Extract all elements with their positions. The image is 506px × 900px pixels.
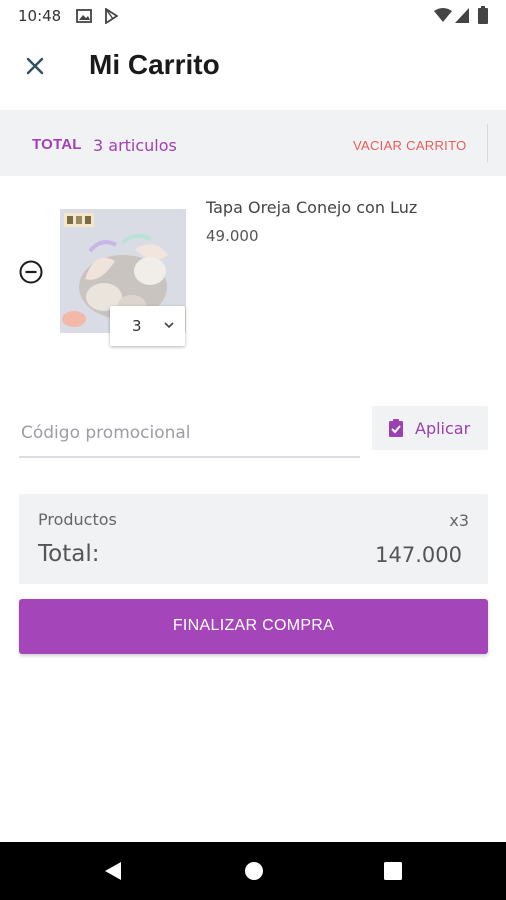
promo-code-input[interactable] [19, 404, 360, 458]
quantity-value: 3 [132, 317, 142, 335]
home-icon[interactable] [242, 859, 266, 883]
system-nav-bar [0, 842, 506, 900]
apply-label: Aplicar [415, 419, 471, 438]
total-value: 147.000 [375, 543, 462, 567]
back-icon[interactable] [101, 859, 125, 883]
app-header: Mi Carrito [0, 32, 506, 110]
minus-circle-icon[interactable] [18, 259, 44, 285]
signal-icon [455, 8, 469, 23]
product-price: 49.000 [206, 227, 259, 245]
order-totals: Productos x3 Total: 147.000 [19, 494, 488, 584]
cart-summary-bar: TOTAL 3 articulos VACIAR CARRITO [0, 110, 506, 176]
status-bar: 10:48 [0, 0, 506, 32]
page-title: Mi Carrito [89, 49, 220, 80]
total-label-large: Total: [38, 541, 100, 567]
apply-promo-button[interactable]: Aplicar [372, 406, 488, 450]
total-label: TOTAL [32, 136, 82, 153]
checkout-label: FINALIZAR COMPRA [172, 617, 335, 634]
divider [487, 124, 488, 162]
checkout-button[interactable]: FINALIZAR COMPRA [19, 599, 488, 654]
gallery-icon [76, 9, 92, 23]
products-count: x3 [449, 511, 469, 530]
close-icon[interactable] [20, 51, 50, 81]
empty-cart-button[interactable]: VACIAR CARRITO [353, 138, 467, 153]
recents-icon[interactable] [381, 859, 405, 883]
quantity-select[interactable]: 3 [110, 306, 185, 346]
play-store-icon [105, 8, 118, 24]
wifi-icon [434, 8, 452, 22]
status-time: 10:48 [18, 7, 62, 25]
battery-icon [478, 6, 488, 24]
chevron-down-icon [164, 322, 174, 329]
clipboard-check-icon [389, 419, 403, 437]
item-count: 3 articulos [93, 136, 177, 155]
products-label: Productos [38, 510, 117, 529]
cart-item: 3 Tapa Oreja Conejo con Luz 49.000 [0, 176, 506, 366]
product-name[interactable]: Tapa Oreja Conejo con Luz [206, 198, 417, 217]
